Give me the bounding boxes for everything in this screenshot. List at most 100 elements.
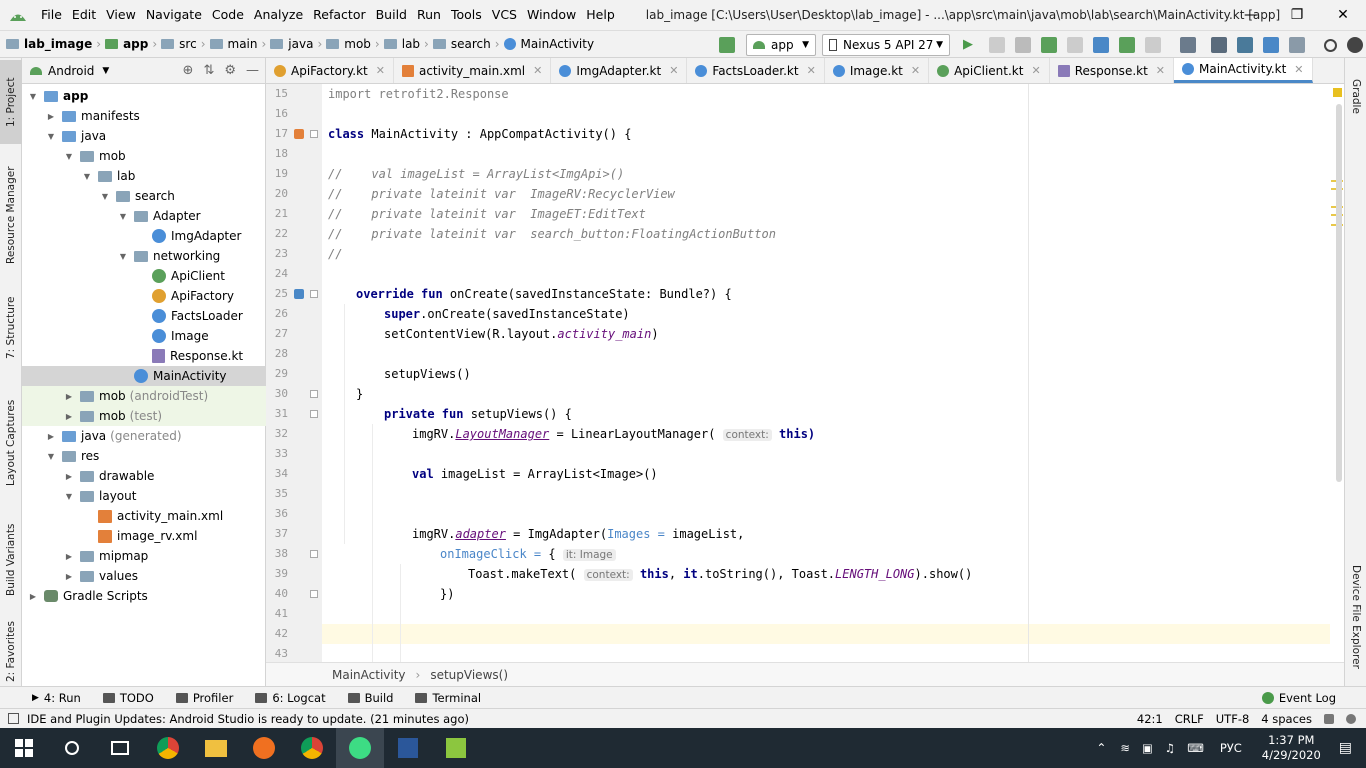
tree-item[interactable]: ▶ java (generated) <box>22 426 266 446</box>
tree-item[interactable]: ▶ Gradle Scripts <box>22 586 266 606</box>
clock[interactable]: 1:37 PM 4/29/2020 <box>1262 733 1321 763</box>
editor-tab[interactable]: ImgAdapter.kt ✕ <box>551 58 688 83</box>
chevron-right-icon[interactable]: ▶ <box>64 572 74 581</box>
structure-tab[interactable]: 7: Structure <box>0 284 22 372</box>
gear-icon[interactable]: ⚙ <box>224 63 236 78</box>
gradle-tab[interactable]: Gradle <box>1345 66 1366 126</box>
fold-icon[interactable] <box>310 550 318 558</box>
implements-gutter-icon[interactable] <box>294 289 304 299</box>
chevron-down-icon[interactable]: ▼ <box>102 66 109 76</box>
debug-icon[interactable] <box>1041 37 1057 53</box>
locate-icon[interactable]: ⊕ <box>183 63 194 78</box>
todo-tool-button[interactable]: TODO <box>102 691 154 705</box>
sdk-manager-icon[interactable] <box>1263 37 1279 53</box>
code-line[interactable]: // val imageList = ArrayList<ImgApi>() <box>328 164 624 184</box>
input-language[interactable]: РУС <box>1220 741 1242 755</box>
status-message[interactable]: IDE and Plugin Updates: Android Studio i… <box>27 712 469 726</box>
chevron-right-icon[interactable]: ▶ <box>28 592 38 601</box>
stop-icon[interactable] <box>1145 37 1161 53</box>
run-tool-button[interactable]: ▶ 4: Run <box>32 691 81 705</box>
apply-changes-icon[interactable] <box>1119 37 1135 53</box>
tree-item[interactable]: ▶ mob (test) <box>22 406 266 426</box>
chevron-right-icon[interactable]: ▶ <box>64 552 74 561</box>
favorites-tab[interactable]: 2: Favorites <box>0 618 22 686</box>
build-tool-button[interactable]: Build <box>347 691 393 705</box>
maximize-button[interactable]: ❐ <box>1274 0 1320 30</box>
attach-debugger-icon[interactable] <box>1067 37 1083 53</box>
terminal-tool-button[interactable]: Terminal <box>415 691 481 705</box>
tree-item[interactable]: ▶ mipmap <box>22 546 266 566</box>
device-select[interactable]: Nexus 5 API 27 ▼ <box>822 34 950 56</box>
code-line[interactable]: import retrofit2.Response <box>328 84 509 104</box>
rerun-icon[interactable] <box>989 37 1005 53</box>
code-line[interactable]: onImageClick = { it: Image <box>440 544 616 564</box>
power-icon[interactable]: ▣ <box>1142 741 1153 755</box>
crumb-function[interactable]: setupViews() <box>430 668 508 682</box>
close-tab-icon[interactable]: ✕ <box>1156 64 1165 77</box>
explorer-taskbar-item[interactable] <box>192 728 240 768</box>
tree-item[interactable]: ▶ drawable <box>22 466 266 486</box>
tree-item[interactable]: ▼ java <box>22 126 266 146</box>
editor-tab[interactable]: FactsLoader.kt ✕ <box>687 58 825 83</box>
crumb-item[interactable]: search › <box>432 37 504 51</box>
tree-item[interactable]: ApiFactory <box>22 286 266 306</box>
inspector-icon[interactable] <box>1346 713 1356 724</box>
close-tab-icon[interactable]: ✕ <box>911 64 920 77</box>
minimize-button[interactable]: — <box>1228 0 1274 30</box>
run-config-select[interactable]: app ▼ <box>746 34 816 56</box>
tree-item[interactable]: Response.kt <box>22 346 266 366</box>
collapse-icon[interactable]: ⇅ <box>203 63 214 78</box>
code-line[interactable]: // private lateinit var search_button:Fl… <box>328 224 776 244</box>
code-editor[interactable]: 15 16 17 18 19 20 21 22 23 24 25 26 27 28 29 30 31 32 33 34… <box>266 84 1344 662</box>
tree-item[interactable]: ▶ manifests <box>22 106 266 126</box>
crumb-item[interactable]: lab_image › <box>6 37 105 51</box>
crumb-item[interactable]: mob › <box>326 37 383 51</box>
menu-code[interactable]: Code <box>207 0 249 30</box>
tree-item[interactable]: ▼ mob <box>22 146 266 166</box>
scrollbar-thumb[interactable] <box>1336 104 1342 482</box>
close-tab-icon[interactable]: ✕ <box>807 64 816 77</box>
tree-item[interactable]: ImgAdapter <box>22 226 266 246</box>
profiler-tool-button[interactable]: Profiler <box>175 691 233 705</box>
code-line[interactable]: }) <box>440 584 454 604</box>
tree-item[interactable]: ▼ res <box>22 446 266 466</box>
close-tab-icon[interactable]: ✕ <box>1031 64 1040 77</box>
editor-tab[interactable]: ApiClient.kt ✕ <box>929 58 1050 83</box>
layout-captures-tab[interactable]: Layout Captures <box>0 388 22 498</box>
inspection-status-icon[interactable] <box>1333 88 1342 97</box>
project-structure-icon[interactable] <box>1180 37 1196 53</box>
event-log-button[interactable]: Event Log <box>1261 691 1336 705</box>
tree-item[interactable]: ▼ networking <box>22 246 266 266</box>
crumb-item[interactable]: lab › <box>383 37 433 51</box>
fold-icon[interactable] <box>310 590 318 598</box>
code-line[interactable]: setContentView(R.layout.activity_main) <box>384 324 659 344</box>
crumb-item[interactable]: src › <box>161 37 209 51</box>
crumb-item[interactable]: main › <box>209 37 271 51</box>
chevron-down-icon[interactable]: ▼ <box>46 132 56 141</box>
sync-gradle-icon[interactable] <box>1237 37 1253 53</box>
menu-vcs[interactable]: VCS <box>487 0 522 30</box>
menu-refactor[interactable]: Refactor <box>308 0 370 30</box>
chrome-taskbar-item[interactable] <box>144 728 192 768</box>
coverage-icon[interactable] <box>1015 37 1031 53</box>
profile-icon[interactable] <box>1093 37 1109 53</box>
run-icon[interactable]: ▶ <box>963 37 979 53</box>
logcat-tool-button[interactable]: 6: Logcat <box>255 691 326 705</box>
menu-file[interactable]: File <box>36 0 67 30</box>
editor-tab[interactable]: activity_main.xml ✕ <box>394 58 552 83</box>
chevron-down-icon[interactable]: ▼ <box>82 172 92 181</box>
editor-tab[interactable]: ApiFactory.kt ✕ <box>266 58 394 83</box>
tree-item[interactable]: FactsLoader <box>22 306 266 326</box>
notifications-icon[interactable]: ▤ <box>1339 740 1352 756</box>
tree-item[interactable]: ▼ search <box>22 186 266 206</box>
volume-icon[interactable]: ♫ <box>1165 741 1175 755</box>
code-line[interactable]: super.onCreate(savedInstanceState) <box>384 304 630 324</box>
chevron-right-icon[interactable]: ▶ <box>46 432 56 441</box>
account-icon[interactable] <box>1347 37 1363 53</box>
crumb-item[interactable]: java › <box>270 37 326 51</box>
tree-item[interactable]: ▶ values <box>22 566 266 586</box>
code-line[interactable]: Toast.makeText( context: this, it.toStri… <box>468 564 972 584</box>
code-line[interactable]: // <box>328 244 342 264</box>
menu-navigate[interactable]: Navigate <box>141 0 207 30</box>
search-icon[interactable] <box>1324 38 1337 52</box>
